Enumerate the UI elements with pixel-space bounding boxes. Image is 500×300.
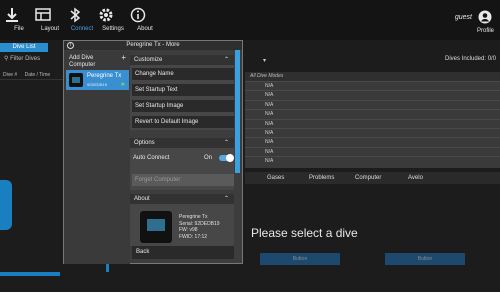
layout-button[interactable]: Layout	[33, 4, 67, 38]
tab-problems[interactable]: Problems	[309, 172, 334, 184]
dive-mode-grid: All Dive Modes N/A N/A N/A N/A N/A N/A N…	[245, 72, 500, 168]
set-startup-image-button[interactable]: Set Startup Image	[132, 100, 234, 112]
bluetooth-icon	[70, 7, 81, 23]
options-header-label: Options	[134, 140, 155, 146]
forget-computer-button[interactable]: Forget Computer	[132, 174, 234, 186]
dialog-title: Peregrine Tx - More	[126, 42, 180, 48]
set-startup-text-button[interactable]: Set Startup Text	[132, 84, 234, 96]
gear-icon	[99, 8, 113, 22]
chevron-up-icon: ⌃	[223, 57, 229, 63]
grid-row: N/A	[245, 90, 500, 99]
customize-header[interactable]: Customize ⌃	[130, 55, 234, 65]
computer-serial: 92DEDB19	[87, 82, 108, 87]
auto-connect-toggle[interactable]	[219, 154, 234, 162]
dialog-title-bar: i Peregrine Tx - More	[64, 41, 242, 50]
add-dive-computer-button[interactable]: Add Dive Computer +	[64, 51, 130, 69]
grid-header: All Dive Modes	[245, 72, 500, 81]
grid-row: N/A	[245, 137, 500, 146]
background-graphic-bar	[0, 272, 60, 276]
account-icon	[478, 10, 492, 24]
layout-icon	[35, 8, 51, 21]
dialog-scrollbar[interactable]	[235, 50, 240, 173]
dive-number-column[interactable]: Dive #	[3, 72, 17, 78]
about-button[interactable]: About	[128, 4, 162, 38]
select-dive-message: Please select a dive	[251, 226, 358, 240]
auto-connect-label: Auto Connect	[133, 155, 170, 161]
revert-default-image-button[interactable]: Revert to Default Image	[132, 116, 234, 128]
tab-computer[interactable]: Computer	[355, 172, 381, 184]
layout-label: Layout	[40, 26, 59, 32]
action-button[interactable]: Button	[385, 253, 465, 265]
options-header[interactable]: Options ⌃	[130, 138, 234, 148]
dive-computer-thumbnail	[69, 73, 83, 87]
add-dive-computer-label: Add Dive Computer	[69, 55, 96, 68]
grid-row: N/A	[245, 109, 500, 118]
connect-label: Connect	[70, 26, 94, 32]
computer-list-item[interactable]: Peregrine Tx 92DEDB19 ✱	[66, 70, 129, 90]
connect-button[interactable]: Connect	[65, 4, 99, 38]
file-button[interactable]: File	[2, 4, 36, 38]
date-time-column[interactable]: Date / Time	[25, 72, 51, 78]
about-header[interactable]: About ⌃	[130, 194, 234, 204]
user-profile[interactable]: guest Profile	[454, 8, 494, 38]
user-name: guest	[454, 14, 472, 21]
action-button-label: Button	[292, 256, 308, 262]
toggle-knob	[226, 154, 234, 162]
change-name-button[interactable]: Change Name	[132, 68, 234, 80]
bluetooth-status-icon: ✱	[120, 82, 125, 88]
filter-dives-label: Filter Dives	[10, 56, 41, 62]
search-icon: ⚲	[4, 56, 9, 62]
top-toolbar: File Layout Connect Settings About guest…	[0, 0, 500, 40]
about-info: Peregrine Tx Serial: 92DEDB19 FW: v98 FW…	[179, 214, 220, 240]
dive-list-tab[interactable]: Dive List	[0, 43, 48, 52]
customize-header-label: Customize	[134, 57, 163, 63]
app-window: File Layout Connect Settings About guest…	[0, 0, 500, 292]
about-label: About	[137, 26, 153, 32]
filter-dives[interactable]: ⚲ Filter Dives	[4, 55, 40, 62]
info-icon[interactable]: i	[67, 42, 74, 49]
chevron-down-icon[interactable]: ▾	[263, 57, 266, 64]
settings-button[interactable]: Settings	[96, 4, 130, 38]
page-bottom-margin	[0, 292, 500, 300]
settings-label: Settings	[102, 26, 124, 32]
grid-row: N/A	[245, 156, 500, 165]
action-button-label: Button	[417, 256, 433, 262]
back-button[interactable]: Back	[132, 246, 234, 259]
grid-row: N/A	[245, 99, 500, 109]
chevron-up-icon: ⌃	[223, 196, 229, 202]
detail-tabs: Gases Problems Computer Avelo	[245, 172, 500, 184]
download-icon	[6, 8, 18, 22]
grid-row: N/A	[245, 146, 500, 156]
action-button[interactable]: Button	[260, 253, 340, 265]
computer-name: Peregrine Tx	[87, 73, 122, 79]
file-label: File	[14, 26, 24, 32]
grid-row: N/A	[245, 127, 500, 137]
dives-included-count: Dives Included: 0/0	[445, 56, 497, 62]
background-graphic	[0, 180, 12, 230]
grid-row: N/A	[245, 81, 500, 90]
plus-icon: +	[121, 53, 126, 62]
grid-row: N/A	[245, 118, 500, 128]
tab-avelo[interactable]: Avelo	[408, 172, 423, 184]
profile-label: Profile	[476, 28, 494, 34]
chevron-up-icon: ⌃	[223, 140, 229, 146]
about-header-label: About	[134, 196, 150, 202]
auto-connect-state: On	[204, 155, 213, 161]
dive-list-header: Dive # Date / Time	[0, 70, 64, 80]
tab-gases[interactable]: Gases	[267, 172, 284, 184]
dive-computer-image	[140, 211, 172, 243]
about-firmware-id: FWID: 17:12	[179, 233, 208, 240]
info-icon	[130, 7, 146, 23]
